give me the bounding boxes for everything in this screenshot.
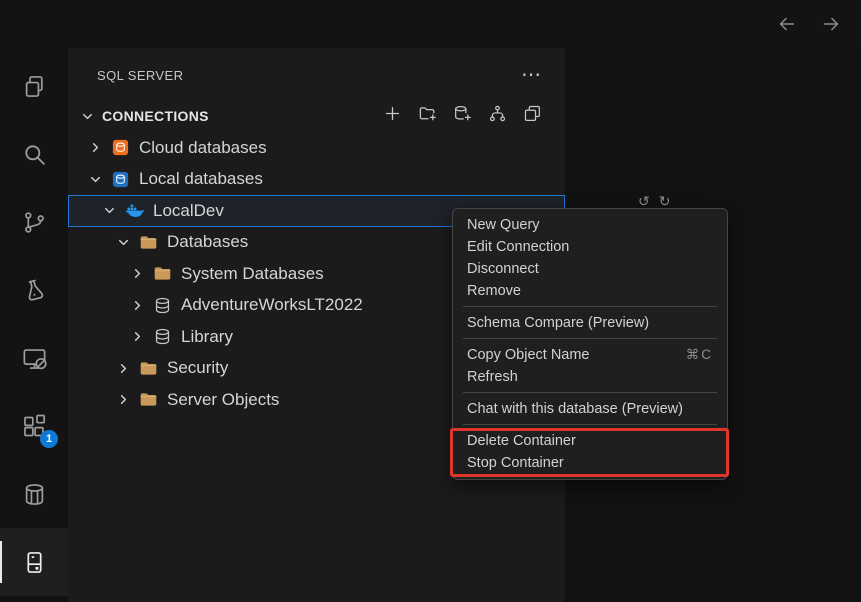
menu-separator — [463, 338, 717, 339]
menu-separator — [463, 392, 717, 393]
menu-item-label: New Query — [467, 217, 540, 233]
container-barrel-icon — [21, 481, 48, 508]
folder-icon — [139, 233, 158, 252]
copy-pages-icon — [21, 73, 48, 100]
back-arrow-icon[interactable] — [775, 12, 799, 36]
tree-item-label: Security — [167, 358, 228, 378]
database-icon — [153, 327, 172, 346]
server-plus-icon — [453, 104, 472, 128]
activity-item-source-control[interactable] — [0, 188, 68, 256]
activity-item-copy-pages[interactable] — [0, 52, 68, 120]
chevron-down-icon[interactable] — [80, 109, 98, 124]
overlapping-squares-icon — [523, 104, 542, 128]
tree-item-label: Databases — [167, 232, 248, 252]
chevron-right-icon[interactable] — [130, 298, 149, 313]
menu-item-delete-container[interactable]: Delete Container — [453, 430, 727, 452]
chevron-down-icon[interactable] — [88, 172, 107, 187]
plus-icon — [383, 104, 402, 128]
folder-plus-icon — [418, 104, 437, 128]
sql-server-icon — [21, 549, 48, 576]
menu-separator — [463, 306, 717, 307]
folder-icon — [139, 359, 158, 378]
activity-item-search[interactable] — [0, 120, 68, 188]
tree-item-label: Cloud databases — [139, 138, 267, 158]
source-control-branch-icon — [21, 209, 48, 236]
menu-item-new-query[interactable]: New Query — [453, 214, 727, 236]
menu-item-label: Copy Object Name — [467, 347, 590, 363]
connections-toolbar — [382, 106, 543, 127]
keybinding-label: ⌘C — [686, 347, 713, 363]
folder-icon — [153, 264, 172, 283]
menu-item-label: Stop Container — [467, 455, 564, 471]
folder-icon — [139, 390, 158, 409]
hierarchy-icon — [488, 104, 507, 128]
tree-item-label: LocalDev — [153, 201, 224, 221]
menu-item-disconnect[interactable]: Disconnect — [453, 258, 727, 280]
tree-item-label: Server Objects — [167, 390, 279, 410]
tree-item-cloud-databases[interactable]: Cloud databases — [68, 132, 565, 164]
cloud-databases-icon — [111, 138, 130, 157]
activity-bar: 1 — [0, 48, 68, 602]
connect-hierarchy-button[interactable] — [487, 106, 508, 127]
titlebar — [0, 0, 861, 48]
activity-item-remote-monitor[interactable] — [0, 324, 68, 392]
history-nav — [775, 0, 843, 48]
chevron-right-icon[interactable] — [116, 361, 135, 376]
connections-section-label: CONNECTIONS — [102, 108, 209, 124]
chevron-down-icon[interactable] — [116, 235, 135, 250]
menu-item-edit-connection[interactable]: Edit Connection — [453, 236, 727, 258]
database-icon — [153, 296, 172, 315]
tree-item-local-databases[interactable]: Local databases — [68, 164, 565, 196]
chevron-down-icon[interactable] — [102, 203, 121, 218]
test-flask-icon — [21, 277, 48, 304]
menu-item-label: Remove — [467, 283, 521, 299]
menu-item-label: Delete Container — [467, 433, 576, 449]
more-actions-icon[interactable]: ⋯ — [521, 65, 541, 85]
activity-item-containers[interactable] — [0, 460, 68, 528]
add-connection-button[interactable] — [382, 106, 403, 127]
menu-item-label: Refresh — [467, 369, 518, 385]
monitor-disconnect-icon — [21, 345, 48, 372]
sidebar-title: SQL SERVER — [97, 68, 183, 83]
connections-section-header[interactable]: CONNECTIONS — [68, 104, 565, 128]
new-server-group-button[interactable] — [417, 106, 438, 127]
menu-item-stop-container[interactable]: Stop Container — [453, 452, 727, 474]
menu-item-refresh[interactable]: Refresh — [453, 366, 727, 388]
chevron-right-icon[interactable] — [116, 392, 135, 407]
sidebar-header: SQL SERVER ⋯ — [68, 48, 565, 102]
local-databases-icon — [111, 170, 130, 189]
tree-item-label: System Databases — [181, 264, 324, 284]
context-menu: New Query Edit Connection Disconnect Rem… — [452, 208, 728, 480]
menu-separator — [463, 424, 717, 425]
chevron-right-icon[interactable] — [130, 266, 149, 281]
menu-item-label: Edit Connection — [467, 239, 569, 255]
activity-item-sql-server[interactable] — [0, 528, 68, 596]
tree-item-label: Local databases — [139, 169, 263, 189]
activity-item-test-flask[interactable] — [0, 256, 68, 324]
extensions-badge: 1 — [40, 430, 58, 448]
new-deployment-button[interactable] — [452, 106, 473, 127]
tree-item-label: Library — [181, 327, 233, 347]
menu-item-remove[interactable]: Remove — [453, 280, 727, 302]
menu-item-label: Chat with this database (Preview) — [467, 401, 683, 417]
collapse-all-button[interactable] — [522, 106, 543, 127]
activity-item-extensions[interactable]: 1 — [0, 392, 68, 460]
forward-arrow-icon[interactable] — [819, 12, 843, 36]
docker-whale-icon — [125, 201, 144, 220]
menu-item-chat-with-database[interactable]: Chat with this database (Preview) — [453, 398, 727, 420]
menu-item-label: Disconnect — [467, 261, 539, 277]
tree-item-label: AdventureWorksLT2022 — [181, 295, 363, 315]
chevron-right-icon[interactable] — [130, 329, 149, 344]
menu-item-copy-object-name[interactable]: Copy Object Name ⌘C — [453, 344, 727, 366]
search-icon — [21, 141, 48, 168]
chevron-right-icon[interactable] — [88, 140, 107, 155]
vscode-window: 1 SQL SERVER ⋯ CONNECTIONS — [0, 0, 861, 602]
menu-item-label: Schema Compare (Preview) — [467, 315, 649, 331]
menu-item-schema-compare[interactable]: Schema Compare (Preview) — [453, 312, 727, 334]
